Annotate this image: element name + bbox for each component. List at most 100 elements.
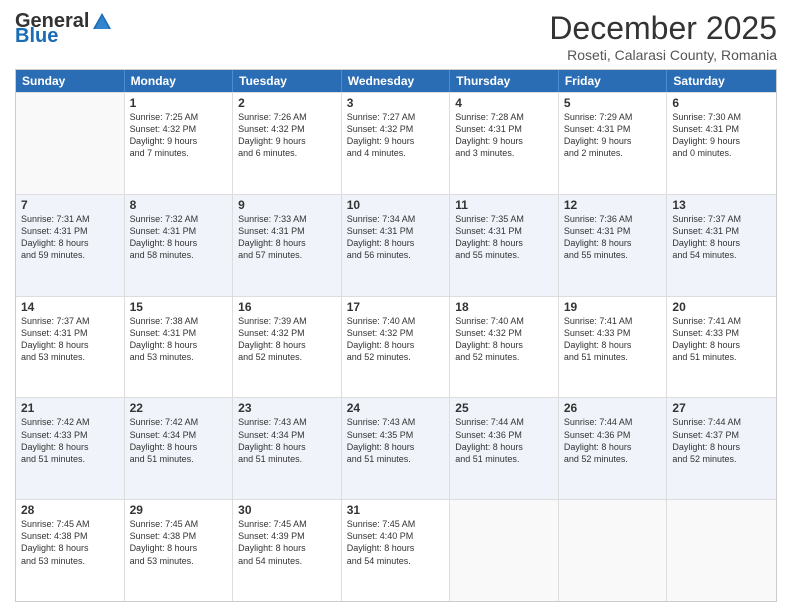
cell-line: Sunrise: 7:25 AM <box>130 111 228 123</box>
cal-header-cell: Sunday <box>16 70 125 92</box>
cell-line: Sunset: 4:36 PM <box>455 429 553 441</box>
cal-header-cell: Monday <box>125 70 234 92</box>
cal-cell: 21Sunrise: 7:42 AMSunset: 4:33 PMDayligh… <box>16 398 125 499</box>
cell-line: Sunset: 4:36 PM <box>564 429 662 441</box>
cell-line: Daylight: 8 hours <box>238 237 336 249</box>
cell-line: and 3 minutes. <box>455 147 553 159</box>
logo-icon <box>91 11 113 33</box>
cell-line: and 53 minutes. <box>130 351 228 363</box>
cell-line: Sunrise: 7:44 AM <box>564 416 662 428</box>
cell-line: Daylight: 8 hours <box>347 339 445 351</box>
page: General Blue December 2025 Roseti, Calar… <box>0 0 792 612</box>
cell-line: and 51 minutes. <box>238 453 336 465</box>
cell-line: Sunset: 4:31 PM <box>21 327 119 339</box>
cell-line: Daylight: 8 hours <box>347 237 445 249</box>
cell-line: Sunset: 4:35 PM <box>347 429 445 441</box>
cal-cell <box>559 500 668 601</box>
cell-line: Sunrise: 7:26 AM <box>238 111 336 123</box>
cell-line: Sunrise: 7:41 AM <box>672 315 771 327</box>
cell-line: Sunrise: 7:34 AM <box>347 213 445 225</box>
day-number: 12 <box>564 198 662 212</box>
cal-cell: 28Sunrise: 7:45 AMSunset: 4:38 PMDayligh… <box>16 500 125 601</box>
cal-cell: 6Sunrise: 7:30 AMSunset: 4:31 PMDaylight… <box>667 93 776 194</box>
cal-row: 21Sunrise: 7:42 AMSunset: 4:33 PMDayligh… <box>16 397 776 499</box>
month-title: December 2025 <box>549 10 777 47</box>
cell-line: Sunset: 4:31 PM <box>21 225 119 237</box>
cal-cell: 22Sunrise: 7:42 AMSunset: 4:34 PMDayligh… <box>125 398 234 499</box>
cell-line: Sunrise: 7:37 AM <box>672 213 771 225</box>
cell-line: Sunset: 4:33 PM <box>672 327 771 339</box>
cell-line: Sunset: 4:32 PM <box>347 327 445 339</box>
cal-cell: 17Sunrise: 7:40 AMSunset: 4:32 PMDayligh… <box>342 297 451 398</box>
cal-header-cell: Friday <box>559 70 668 92</box>
cell-line: Daylight: 8 hours <box>455 339 553 351</box>
cell-line: Daylight: 8 hours <box>130 542 228 554</box>
day-number: 18 <box>455 300 553 314</box>
cell-line: Daylight: 8 hours <box>238 441 336 453</box>
cell-line: Sunrise: 7:42 AM <box>21 416 119 428</box>
cal-cell: 20Sunrise: 7:41 AMSunset: 4:33 PMDayligh… <box>667 297 776 398</box>
cell-line: Daylight: 8 hours <box>347 542 445 554</box>
cell-line: Sunrise: 7:42 AM <box>130 416 228 428</box>
day-number: 24 <box>347 401 445 415</box>
cell-line: Sunset: 4:31 PM <box>347 225 445 237</box>
cell-line: Sunrise: 7:30 AM <box>672 111 771 123</box>
cal-cell: 13Sunrise: 7:37 AMSunset: 4:31 PMDayligh… <box>667 195 776 296</box>
cell-line: Daylight: 8 hours <box>21 441 119 453</box>
cell-line: Daylight: 8 hours <box>21 542 119 554</box>
cell-line: Sunset: 4:34 PM <box>130 429 228 441</box>
cal-cell: 14Sunrise: 7:37 AMSunset: 4:31 PMDayligh… <box>16 297 125 398</box>
day-number: 29 <box>130 503 228 517</box>
cal-header-cell: Saturday <box>667 70 776 92</box>
cell-line: and 51 minutes. <box>455 453 553 465</box>
cell-line: Sunset: 4:32 PM <box>130 123 228 135</box>
cell-line: Daylight: 8 hours <box>455 237 553 249</box>
cell-line: Daylight: 9 hours <box>130 135 228 147</box>
day-number: 30 <box>238 503 336 517</box>
header: General Blue December 2025 Roseti, Calar… <box>15 10 777 63</box>
title-block: December 2025 Roseti, Calarasi County, R… <box>549 10 777 63</box>
day-number: 7 <box>21 198 119 212</box>
calendar-header-row: SundayMondayTuesdayWednesdayThursdayFrid… <box>16 70 776 92</box>
cell-line: Sunset: 4:31 PM <box>672 123 771 135</box>
cell-line: and 51 minutes. <box>347 453 445 465</box>
cell-line: Daylight: 8 hours <box>564 441 662 453</box>
cal-cell: 4Sunrise: 7:28 AMSunset: 4:31 PMDaylight… <box>450 93 559 194</box>
cell-line: and 54 minutes. <box>347 555 445 567</box>
cell-line: Sunset: 4:31 PM <box>130 225 228 237</box>
cell-line: and 51 minutes. <box>564 351 662 363</box>
cal-row: 1Sunrise: 7:25 AMSunset: 4:32 PMDaylight… <box>16 92 776 194</box>
cal-cell: 24Sunrise: 7:43 AMSunset: 4:35 PMDayligh… <box>342 398 451 499</box>
cell-line: Sunset: 4:33 PM <box>564 327 662 339</box>
cell-line: Sunrise: 7:44 AM <box>672 416 771 428</box>
cell-line: Sunrise: 7:45 AM <box>130 518 228 530</box>
cal-header-cell: Wednesday <box>342 70 451 92</box>
cell-line: and 2 minutes. <box>564 147 662 159</box>
calendar: SundayMondayTuesdayWednesdayThursdayFrid… <box>15 69 777 602</box>
cell-line: and 58 minutes. <box>130 249 228 261</box>
cell-line: Sunrise: 7:41 AM <box>564 315 662 327</box>
day-number: 25 <box>455 401 553 415</box>
day-number: 20 <box>672 300 771 314</box>
cell-line: Sunrise: 7:45 AM <box>347 518 445 530</box>
cal-cell: 10Sunrise: 7:34 AMSunset: 4:31 PMDayligh… <box>342 195 451 296</box>
day-number: 1 <box>130 96 228 110</box>
cell-line: Sunset: 4:32 PM <box>455 327 553 339</box>
day-number: 16 <box>238 300 336 314</box>
cell-line: Sunrise: 7:27 AM <box>347 111 445 123</box>
cell-line: Sunset: 4:32 PM <box>238 327 336 339</box>
cal-header-cell: Thursday <box>450 70 559 92</box>
day-number: 28 <box>21 503 119 517</box>
cell-line: Sunset: 4:31 PM <box>130 327 228 339</box>
cell-line: and 52 minutes. <box>564 453 662 465</box>
cal-cell: 7Sunrise: 7:31 AMSunset: 4:31 PMDaylight… <box>16 195 125 296</box>
cell-line: Daylight: 8 hours <box>672 441 771 453</box>
cell-line: Daylight: 8 hours <box>21 237 119 249</box>
cal-cell: 1Sunrise: 7:25 AMSunset: 4:32 PMDaylight… <box>125 93 234 194</box>
cell-line: Sunset: 4:32 PM <box>347 123 445 135</box>
cell-line: Sunrise: 7:28 AM <box>455 111 553 123</box>
cal-cell: 19Sunrise: 7:41 AMSunset: 4:33 PMDayligh… <box>559 297 668 398</box>
cell-line: Sunset: 4:31 PM <box>564 123 662 135</box>
cell-line: Sunset: 4:31 PM <box>564 225 662 237</box>
cell-line: Sunset: 4:31 PM <box>455 225 553 237</box>
